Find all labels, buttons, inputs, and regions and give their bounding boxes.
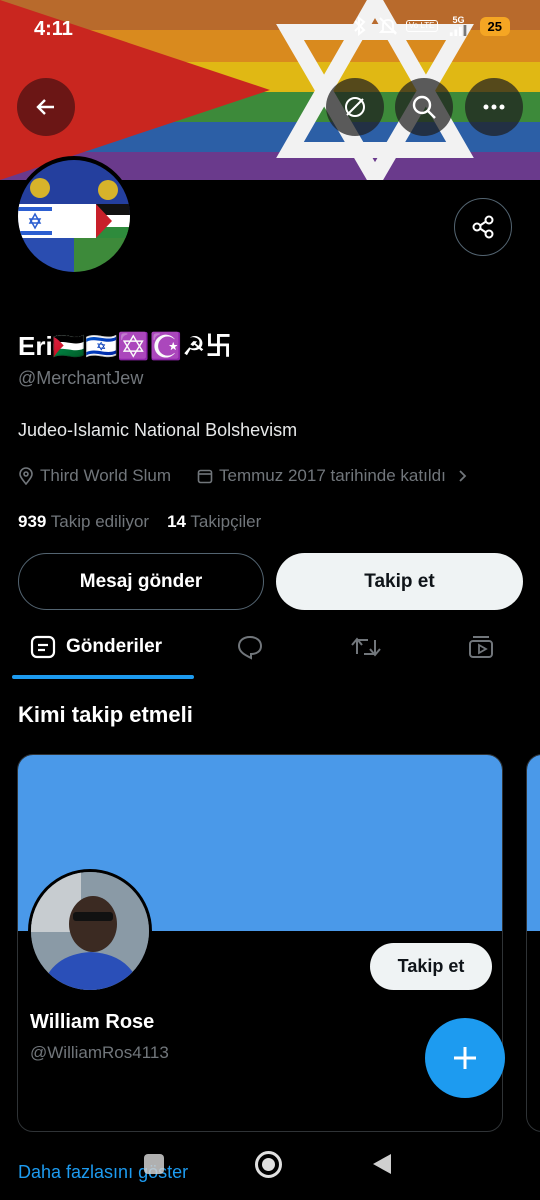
status-icons: Vo LTE 5G 25 (350, 16, 510, 36)
nav-back-icon[interactable] (371, 1152, 393, 1176)
bluetooth-icon (350, 16, 370, 36)
battery-icon: 25 (479, 16, 510, 36)
profile-avatar[interactable] (14, 156, 134, 276)
back-arrow-icon (36, 99, 54, 115)
volte-icon: Vo LTE (405, 20, 438, 32)
calendar-icon (197, 469, 213, 484)
profile-name: Eri🇵🇸🇮🇱✡️☪️☭卐 (18, 331, 232, 361)
profile-handle: @MerchantJew (18, 368, 144, 388)
tab-posts[interactable]: Gönderiler (30, 616, 162, 678)
tab-media[interactable] (467, 616, 495, 678)
media-icon (469, 636, 493, 658)
home-icon[interactable] (255, 1151, 282, 1178)
system-nav-bar (0, 1140, 540, 1200)
profile-joined: Temmuz 2017 tarihinde katıldı (219, 466, 446, 485)
compose-button[interactable] (425, 1018, 505, 1098)
tab-replies[interactable] (236, 616, 264, 678)
active-tab-indicator (12, 675, 194, 679)
more-button[interactable] (465, 78, 523, 136)
profile-tabs: Gönderiler (0, 616, 540, 678)
profile-location: Third World Slum (40, 466, 171, 485)
follow-stats: 939 Takip ediliyor 14 Takipçiler (18, 512, 261, 532)
search-button[interactable] (395, 78, 453, 136)
message-button[interactable]: Mesaj gönder (18, 553, 264, 610)
card-user-name: William Rose (30, 1011, 155, 1033)
followers-link[interactable]: 14 Takipçiler (167, 512, 261, 532)
more-icon (483, 104, 505, 110)
status-bar: 4:11 Vo LTE 5G 25 (0, 0, 540, 60)
card-avatar[interactable] (28, 869, 152, 993)
chevron-right-icon[interactable] (452, 468, 470, 484)
share-button[interactable] (454, 198, 512, 256)
who-to-follow-title: Kimi takip etmeli (18, 702, 193, 727)
next-suggested-card[interactable] (526, 754, 540, 1132)
tab-posts-label: Gönderiler (66, 636, 163, 657)
search-icon (412, 95, 436, 119)
profile-meta: Third World Slum Temmuz 2017 tarihinde k… (18, 466, 470, 486)
share-icon (472, 215, 494, 239)
following-link[interactable]: 939 Takip ediliyor (18, 512, 149, 532)
signal-icon: 5G (446, 16, 472, 36)
card-user-handle: @WilliamRos4113 (30, 1043, 169, 1062)
location-icon (19, 467, 33, 485)
plus-icon (454, 1047, 476, 1069)
recents-icon[interactable] (144, 1154, 164, 1174)
reposts-icon (351, 637, 381, 657)
mute-icon (378, 16, 398, 36)
follow-button[interactable]: Takip et (276, 553, 523, 610)
tab-reposts[interactable] (350, 616, 382, 678)
back-button[interactable] (17, 78, 75, 136)
replies-icon (237, 635, 263, 660)
card-follow-button[interactable]: Takip et (370, 943, 492, 990)
sync-icon (345, 97, 365, 117)
status-time: 4:11 (34, 18, 73, 40)
posts-icon (30, 635, 56, 659)
profile-bio: Judeo-Islamic National Bolshevism (18, 420, 298, 440)
sync-button[interactable] (326, 78, 384, 136)
